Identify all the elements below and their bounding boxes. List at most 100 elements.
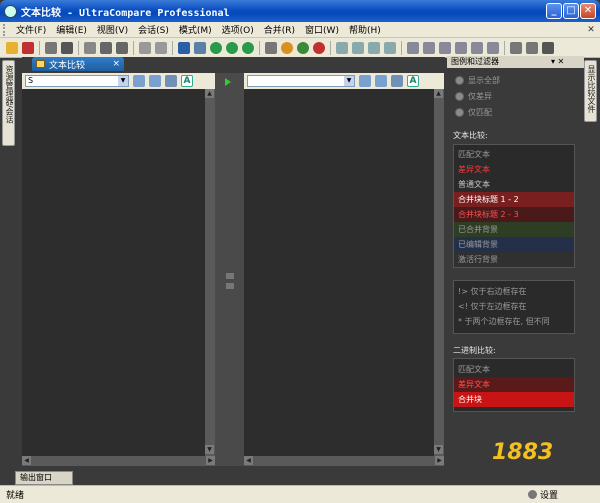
merge-all-icon[interactable] — [455, 41, 467, 54]
merge-line-icon[interactable] — [487, 41, 499, 54]
show-compare-files-tab[interactable]: 显示比较文件 — [584, 60, 597, 122]
ignore-icon[interactable] — [265, 41, 277, 54]
tab-close-icon[interactable]: × — [112, 59, 120, 69]
next-diff-icon[interactable] — [226, 41, 238, 54]
output-window-tab-label: 输出窗口 — [20, 473, 52, 482]
radio-dot[interactable] — [455, 75, 464, 85]
refresh-icon[interactable] — [297, 41, 309, 54]
folder-open-icon[interactable] — [149, 75, 161, 87]
close-button[interactable]: ✕ — [580, 3, 596, 19]
status-settings[interactable]: 设置 — [527, 488, 558, 501]
edit-icon[interactable] — [510, 41, 522, 54]
status-text: 就绪 — [6, 491, 25, 501]
folder-browse-icon[interactable] — [359, 75, 371, 87]
first-diff-icon[interactable] — [242, 41, 254, 54]
left-horizontal-scrollbar[interactable]: ◀ ▶ — [22, 456, 215, 466]
save-icon[interactable] — [45, 41, 57, 54]
arrow-up-icon[interactable] — [352, 41, 364, 54]
print-icon[interactable] — [61, 41, 73, 54]
legend-item: 合并块标题 1 - 2 — [454, 192, 574, 207]
menu-help[interactable]: 帮助(H) — [344, 23, 386, 36]
scroll-right-arrow[interactable]: ▶ — [206, 456, 215, 465]
menu-options[interactable]: 选项(O) — [217, 23, 259, 36]
right-text-pane[interactable] — [244, 89, 434, 456]
toolbar — [0, 38, 600, 58]
folder-open-icon[interactable] — [375, 75, 387, 87]
radio-diff-only[interactable]: 仅差异 — [455, 88, 500, 104]
scroll-left-arrow[interactable]: ◀ — [244, 456, 253, 465]
scroll-right-arrow[interactable]: ▶ — [435, 456, 444, 465]
mdi-close-icon[interactable]: ✕ — [586, 25, 596, 35]
swap-icon[interactable] — [313, 41, 325, 54]
legend-panel-title: 图例和过滤器 — [451, 57, 499, 66]
splitter-handle-icon[interactable] — [226, 283, 234, 289]
marker-both-differ: * 于两个边框存在, 但不同 — [458, 317, 550, 326]
output-window-tab[interactable]: 输出窗口 — [15, 471, 73, 485]
scroll-up-arrow[interactable]: ▲ — [205, 89, 214, 98]
radio-match-only[interactable]: 仅匹配 — [455, 104, 500, 120]
left-vertical-scrollbar[interactable]: ▲ ▼ — [205, 89, 215, 456]
toolbar-separator — [401, 40, 402, 55]
edit-text-icon[interactable]: A — [181, 75, 193, 87]
tab-text-compare[interactable]: 文本比较 × — [32, 57, 124, 71]
scroll-up-arrow[interactable]: ▲ — [434, 89, 443, 98]
splitter-handle-icon[interactable] — [226, 273, 234, 279]
menu-view[interactable]: 视图(V) — [92, 23, 133, 36]
two-way-icon[interactable] — [178, 41, 190, 54]
arrow-left-icon[interactable] — [368, 41, 380, 54]
radio-label: 仅匹配 — [468, 107, 492, 117]
three-way-icon[interactable] — [194, 41, 206, 54]
menu-file[interactable]: 文件(F) — [11, 23, 51, 36]
menu-session[interactable]: 会话(S) — [133, 23, 174, 36]
menu-merge[interactable]: 合并(R) — [259, 23, 300, 36]
pane-splitter[interactable] — [215, 73, 244, 466]
prev-diff-icon[interactable] — [210, 41, 222, 54]
filter-radios: 显示全部 仅差异 仅匹配 — [455, 72, 500, 120]
sync-icon[interactable] — [100, 41, 112, 54]
minimize-button[interactable]: _ — [546, 3, 562, 19]
play-icon[interactable] — [225, 78, 231, 86]
right-vertical-scrollbar[interactable]: ▲ ▼ — [434, 89, 444, 456]
chevron-down-icon[interactable]: ▼ — [118, 76, 128, 86]
left-path-combo[interactable]: S ▼ — [25, 75, 129, 87]
options-icon[interactable] — [542, 41, 554, 54]
maximize-button[interactable]: □ — [563, 3, 579, 19]
scroll-down-arrow[interactable]: ▼ — [434, 445, 443, 454]
merge-left-icon[interactable] — [423, 41, 435, 54]
open-icon[interactable] — [6, 41, 18, 54]
scroll-down-arrow[interactable]: ▼ — [205, 445, 214, 454]
left-text-pane[interactable] — [22, 89, 205, 456]
radio-dot[interactable] — [455, 107, 464, 117]
legend-item: 普通文本 — [454, 177, 574, 192]
filter-icon[interactable] — [281, 41, 293, 54]
scroll-left-arrow[interactable]: ◀ — [22, 456, 31, 465]
left-path-value: S — [28, 76, 34, 85]
radio-dot[interactable] — [455, 91, 464, 101]
merge-block-icon[interactable] — [471, 41, 483, 54]
lock-icon[interactable] — [526, 41, 538, 54]
menu-mode[interactable]: 模式(M) — [174, 23, 217, 36]
right-horizontal-scrollbar[interactable]: ◀ ▶ — [244, 456, 444, 466]
merge-right-icon[interactable] — [439, 41, 451, 54]
save-file-icon[interactable] — [391, 75, 403, 87]
recompare-icon[interactable] — [155, 41, 167, 54]
settings-icon[interactable] — [84, 41, 96, 54]
right-path-combo[interactable]: ▼ — [247, 75, 355, 87]
merge-icon[interactable] — [407, 41, 419, 54]
arrow-right-icon[interactable] — [384, 41, 396, 54]
panel-controls[interactable]: ▾ ✕ — [551, 56, 564, 68]
menu-edit[interactable]: 编辑(E) — [51, 23, 92, 36]
menu-window[interactable]: 窗口(W) — [300, 23, 344, 36]
chevron-down-icon[interactable]: ▼ — [344, 76, 354, 86]
explorer-session-tab[interactable]: 资源管理器/会话 — [2, 60, 15, 146]
compare-icon[interactable] — [139, 41, 151, 54]
save-file-icon[interactable] — [165, 75, 177, 87]
edit-text-icon[interactable]: A — [407, 75, 419, 87]
radio-show-all[interactable]: 显示全部 — [455, 72, 500, 88]
arrow-down-icon[interactable] — [336, 41, 348, 54]
legend-filter-panel: 显示全部 仅差异 仅匹配 文本比较: 匹配文本 差异文本 普通文本 合并块标题 1 -… — [447, 68, 584, 480]
folder-browse-icon[interactable] — [133, 75, 145, 87]
layout-icon[interactable] — [116, 41, 128, 54]
legend-item: 已合并背景 — [454, 222, 574, 237]
stop-icon[interactable] — [22, 41, 34, 54]
